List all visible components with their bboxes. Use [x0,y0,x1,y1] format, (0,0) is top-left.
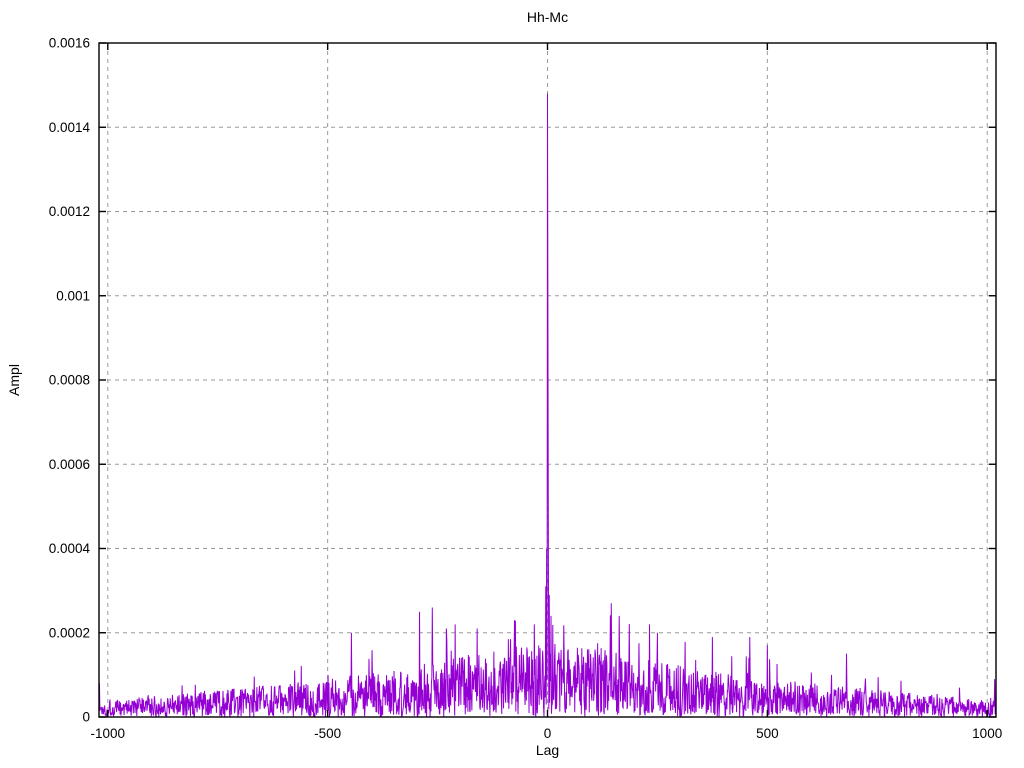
x-tick-label: 0 [544,726,552,741]
y-tick-label: 0.0006 [49,457,90,472]
x-tick-label: -500 [314,726,341,741]
y-tick-label: 0.0012 [49,204,90,219]
correlation-chart: Hh-Mc Ampl Lag -1000 -500 0 500 1000 0 0.0002 0… [0,0,1024,768]
y-tick-label: 0.0004 [49,541,91,556]
plot-area: -1000 -500 0 500 1000 0 0.0002 0.0004 0.0006 0.00… [49,36,1003,742]
x-tick-label: 500 [756,726,779,741]
data-series-path [98,93,997,718]
y-tick-label: 0.001 [56,288,90,303]
y-tick-label: 0.0002 [49,625,90,640]
y-tick-label: 0 [82,710,90,725]
y-tick-label: 0.0014 [49,120,91,135]
x-tick-label: 1000 [972,726,1002,741]
y-tick-label: 0.0016 [49,36,90,51]
x-tick-label: -1000 [91,726,126,741]
y-tick-label: 0.0008 [49,373,90,388]
